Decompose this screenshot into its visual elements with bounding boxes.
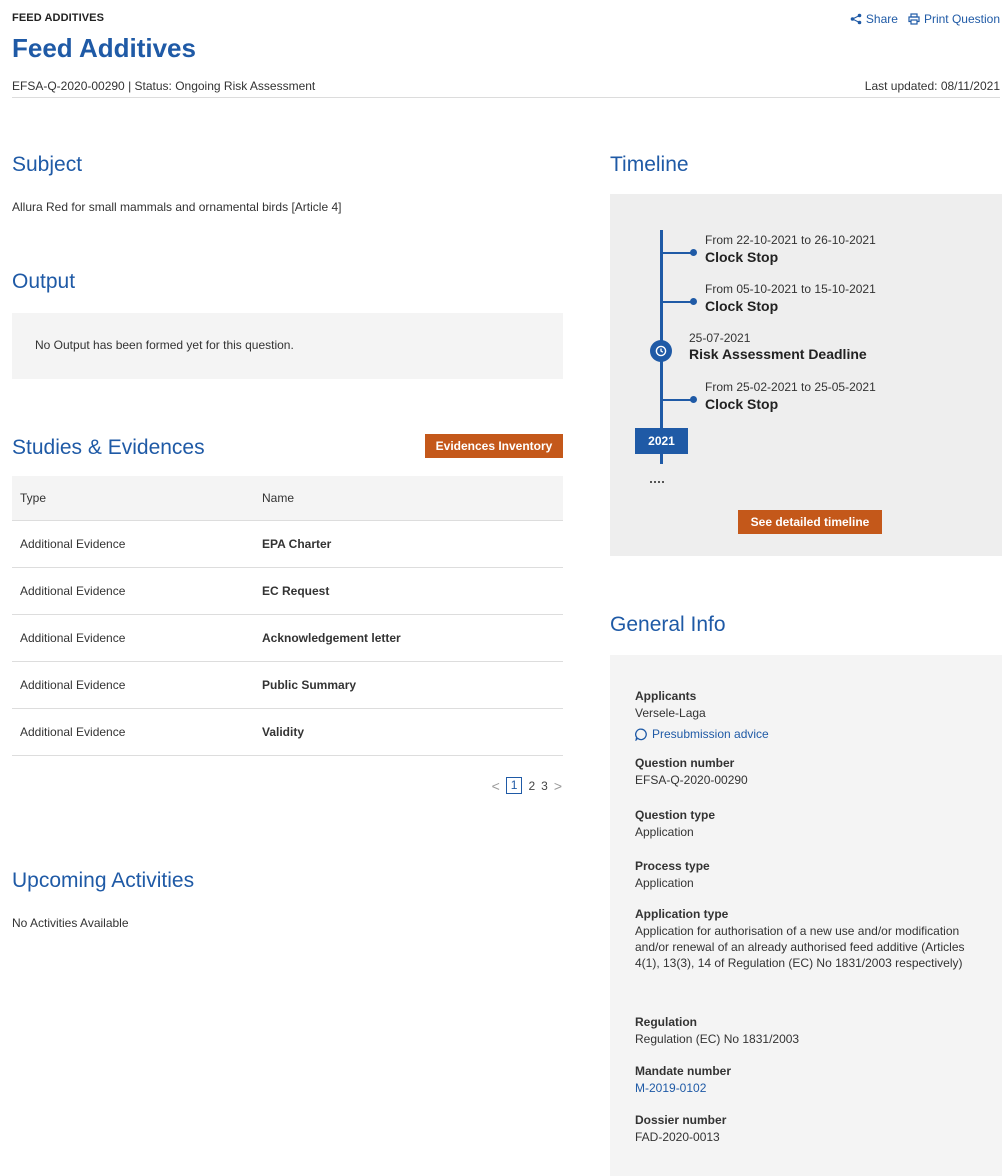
timeline-connector xyxy=(663,301,693,303)
table-row[interactable]: Additional Evidence Acknowledgement lett… xyxy=(12,615,563,662)
timeline-event-label: Clock Stop xyxy=(705,298,779,314)
header-actions: Share Print Question xyxy=(850,12,1000,26)
prev-page-button[interactable]: < xyxy=(492,778,500,794)
output-box: No Output has been formed yet for this q… xyxy=(12,313,563,379)
timeline-event-date: From 22-10-2021 to 26-10-2021 xyxy=(705,233,876,247)
timeline-connector xyxy=(663,399,693,401)
process-type-value: Application xyxy=(635,876,694,890)
timeline-year-badge: 2021 xyxy=(635,428,688,454)
row-name-link[interactable]: Acknowledgement letter xyxy=(262,631,563,645)
pagination: < 1 2 3 > xyxy=(492,777,562,794)
timeline-panel xyxy=(610,194,1002,556)
deadline-marker xyxy=(650,340,672,362)
output-message: No Output has been formed yet for this q… xyxy=(35,338,294,352)
page-1-button[interactable]: 1 xyxy=(505,777,523,794)
regulation-value: Regulation (EC) No 1831/2003 xyxy=(635,1032,800,1046)
regulation-label: Regulation xyxy=(635,1015,697,1029)
subject-heading: Subject xyxy=(12,153,83,176)
table-row[interactable]: Additional Evidence EPA Charter xyxy=(12,521,563,568)
evidences-inventory-button[interactable]: Evidences Inventory xyxy=(425,434,563,458)
page-2-button[interactable]: 2 xyxy=(528,779,535,793)
studies-table: Type Name Additional Evidence EPA Charte… xyxy=(12,476,563,756)
row-name-link[interactable]: Validity xyxy=(262,725,563,739)
timeline-marker xyxy=(690,396,697,403)
dossier-number-value: FAD-2020-0013 xyxy=(635,1130,720,1144)
question-type-label: Question type xyxy=(635,808,716,822)
row-type: Additional Evidence xyxy=(20,725,126,739)
row-type: Additional Evidence xyxy=(20,584,126,598)
timeline-heading: Timeline xyxy=(610,153,689,176)
row-name-link[interactable]: EPA Charter xyxy=(262,537,563,551)
table-row[interactable]: Additional Evidence Public Summary xyxy=(12,662,563,709)
timeline-marker xyxy=(690,249,697,256)
upcoming-heading: Upcoming Activities xyxy=(12,869,195,892)
chat-bubble-icon xyxy=(635,728,647,741)
studies-heading: Studies & Evidences xyxy=(12,436,205,459)
share-icon xyxy=(850,13,862,25)
print-question-button[interactable]: Print Question xyxy=(908,12,1000,26)
question-number-label: Question number xyxy=(635,756,735,770)
timeline-event-label: Risk Assessment Deadline xyxy=(689,346,867,362)
row-type: Additional Evidence xyxy=(20,678,126,692)
dossier-number-label: Dossier number xyxy=(635,1113,727,1127)
row-type: Additional Evidence xyxy=(20,537,126,551)
printer-icon xyxy=(908,13,920,25)
timeline-event-label: Clock Stop xyxy=(705,396,779,412)
timeline-continuation xyxy=(650,481,664,484)
see-detailed-timeline-button[interactable]: See detailed timeline xyxy=(738,510,882,534)
page-title: Feed Additives xyxy=(12,33,196,63)
question-type-value: Application xyxy=(635,825,694,839)
mandate-number-link[interactable]: M-2019-0102 xyxy=(635,1081,706,1095)
application-type-value: Application for authorisation of a new u… xyxy=(635,924,965,970)
clock-icon xyxy=(655,345,667,357)
upcoming-message: No Activities Available xyxy=(12,916,129,930)
timeline-event-date: From 25-02-2021 to 25-05-2021 xyxy=(705,380,876,394)
question-number-value: EFSA-Q-2020-00290 xyxy=(635,773,748,787)
row-type: Additional Evidence xyxy=(20,631,126,645)
table-header: Type Name xyxy=(12,476,563,521)
timeline-marker xyxy=(690,298,697,305)
question-meta: EFSA-Q-2020-00290 | Status: Ongoing Risk… xyxy=(12,79,316,93)
subject-text: Allura Red for small mammals and ornamen… xyxy=(12,200,342,214)
header-divider xyxy=(12,97,1000,98)
next-page-button[interactable]: > xyxy=(554,778,562,794)
general-info-heading: General Info xyxy=(610,613,726,636)
table-row[interactable]: Additional Evidence Validity xyxy=(12,709,563,756)
presubmission-advice-link[interactable]: Presubmission advice xyxy=(635,727,769,741)
page-3-button[interactable]: 3 xyxy=(541,779,548,793)
process-type-label: Process type xyxy=(635,859,710,873)
timeline-event-date: 25-07-2021 xyxy=(689,331,751,345)
presubmission-advice-label: Presubmission advice xyxy=(652,727,769,741)
timeline-event-label: Clock Stop xyxy=(705,249,779,265)
share-label: Share xyxy=(865,12,898,26)
table-row[interactable]: Additional Evidence EC Request xyxy=(12,568,563,615)
row-name-link[interactable]: Public Summary xyxy=(262,678,563,692)
share-button[interactable]: Share xyxy=(850,12,898,26)
timeline-connector xyxy=(663,252,693,254)
timeline-event-date: From 05-10-2021 to 15-10-2021 xyxy=(705,282,876,296)
column-header-type: Type xyxy=(20,491,47,505)
row-name-link[interactable]: EC Request xyxy=(262,584,563,598)
applicants-value: Versele-Laga xyxy=(635,706,706,720)
last-updated: Last updated: 08/11/2021 xyxy=(864,79,1000,93)
page-eyebrow: FEED ADDITIVES xyxy=(12,12,105,24)
output-heading: Output xyxy=(12,270,76,293)
print-label: Print Question xyxy=(923,12,1000,26)
applicants-label: Applicants xyxy=(635,689,697,703)
column-header-name: Name xyxy=(262,491,295,505)
application-type-label: Application type xyxy=(635,907,729,921)
mandate-number-label: Mandate number xyxy=(635,1064,732,1078)
